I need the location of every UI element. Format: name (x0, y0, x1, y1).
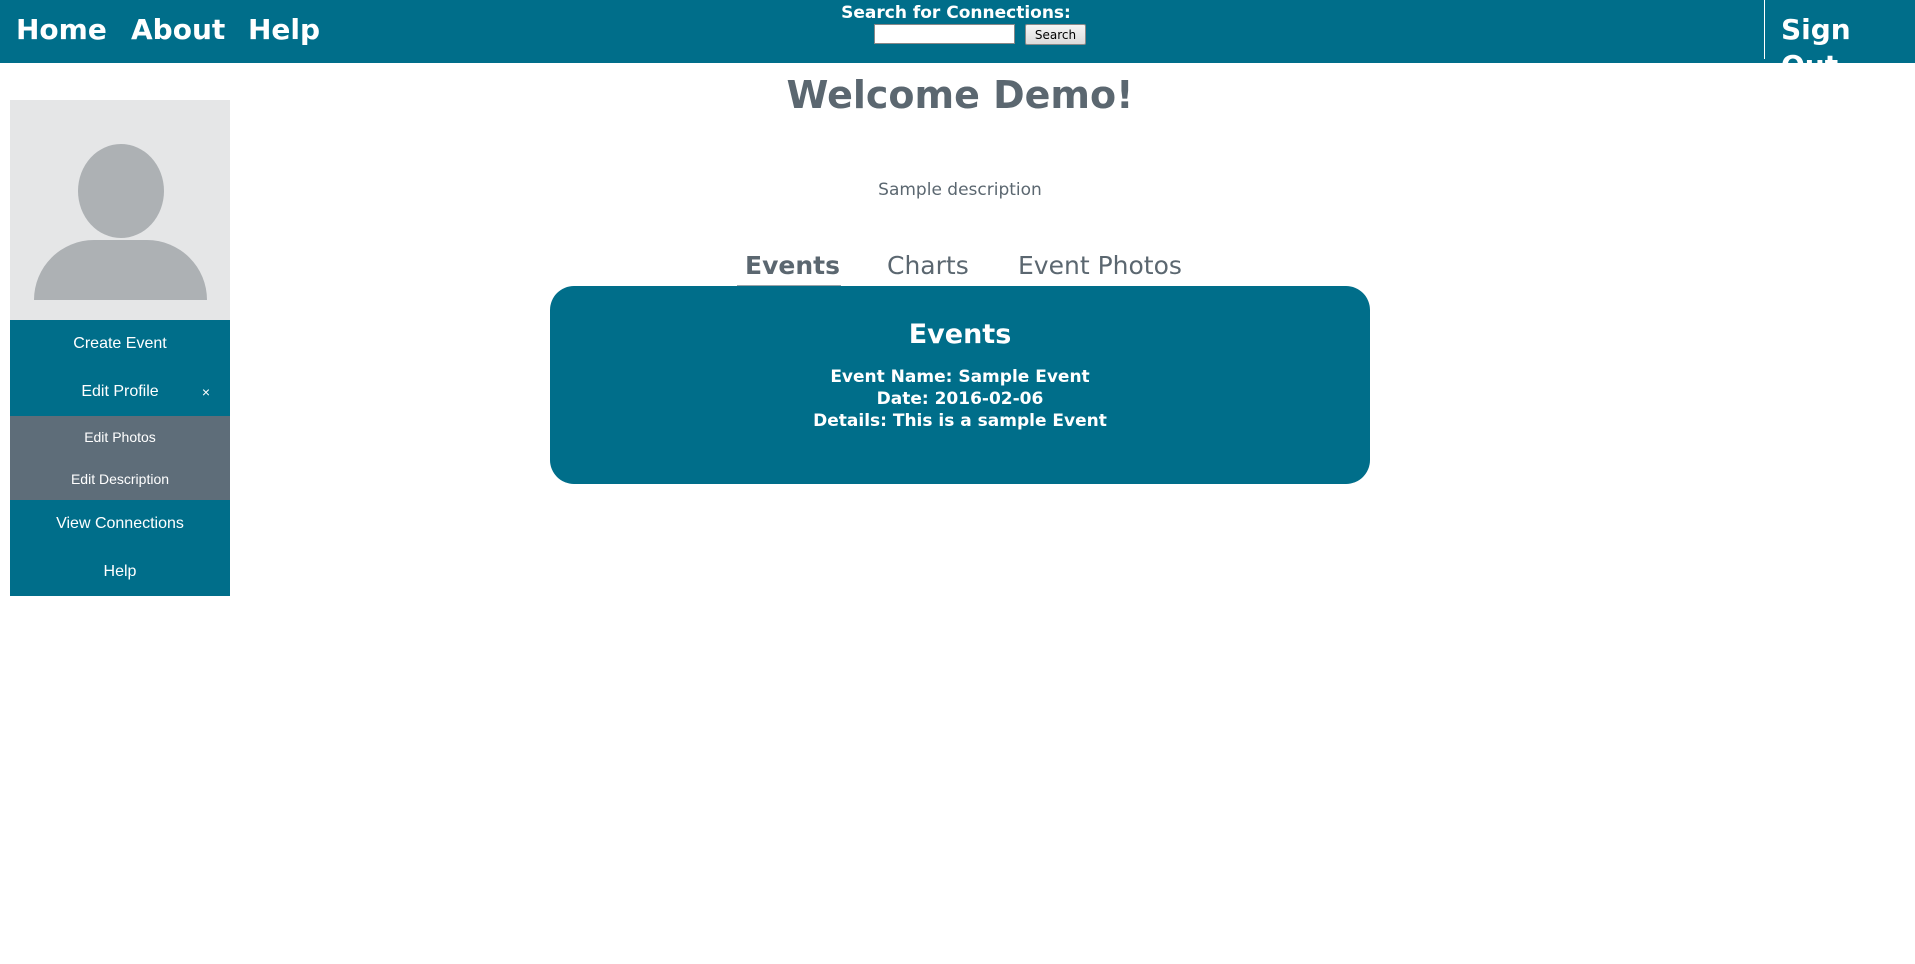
event-name: Event Name: Sample Event (830, 367, 1090, 387)
edit-description-button[interactable]: Edit Description (10, 458, 230, 500)
sidebar-help-button[interactable]: Help (10, 548, 230, 596)
create-event-label: Create Event (73, 335, 167, 352)
tab-charts[interactable]: Charts (887, 250, 969, 282)
avatar (10, 100, 230, 320)
tab-events[interactable]: Events (745, 250, 840, 282)
profile-description: Sample description (878, 180, 1042, 200)
events-panel: Events Event Name: Sample Event Date: 20… (550, 286, 1370, 484)
edit-photos-button[interactable]: Edit Photos (10, 416, 230, 458)
search-button[interactable]: Search (1025, 24, 1086, 45)
sidebar-help-label: Help (103, 563, 137, 580)
edit-profile-button[interactable]: Edit Profile × (10, 368, 230, 416)
search-input[interactable] (874, 24, 1015, 44)
edit-photos-label: Edit Photos (84, 429, 156, 445)
search-label: Search for Connections: (841, 3, 1071, 23)
nav-help-link[interactable]: Help (248, 12, 320, 48)
page-title: Welcome Demo! (786, 73, 1134, 117)
close-icon[interactable]: × (202, 368, 210, 416)
nav-about-link[interactable]: About (131, 12, 225, 48)
tab-event-photos[interactable]: Event Photos (1018, 250, 1182, 282)
event-details: Details: This is a sample Event (813, 411, 1107, 431)
user-silhouette-icon (78, 144, 164, 238)
events-panel-title: Events (908, 319, 1012, 350)
view-connections-label: View Connections (56, 515, 184, 532)
sidebar: Create Event Edit Profile × Edit Photos … (10, 100, 230, 596)
top-navbar: Home About Help Search for Connections: … (0, 0, 1915, 82)
sign-out-link[interactable]: Sign Out (1781, 12, 1915, 84)
user-silhouette-body (34, 240, 207, 300)
event-date: Date: 2016-02-06 (876, 389, 1044, 409)
nav-home-link[interactable]: Home (16, 12, 107, 48)
create-event-button[interactable]: Create Event (10, 320, 230, 368)
edit-profile-label: Edit Profile (81, 383, 159, 400)
navbar-divider (1764, 0, 1765, 59)
edit-description-label: Edit Description (70, 471, 170, 487)
view-connections-button[interactable]: View Connections (10, 500, 230, 548)
